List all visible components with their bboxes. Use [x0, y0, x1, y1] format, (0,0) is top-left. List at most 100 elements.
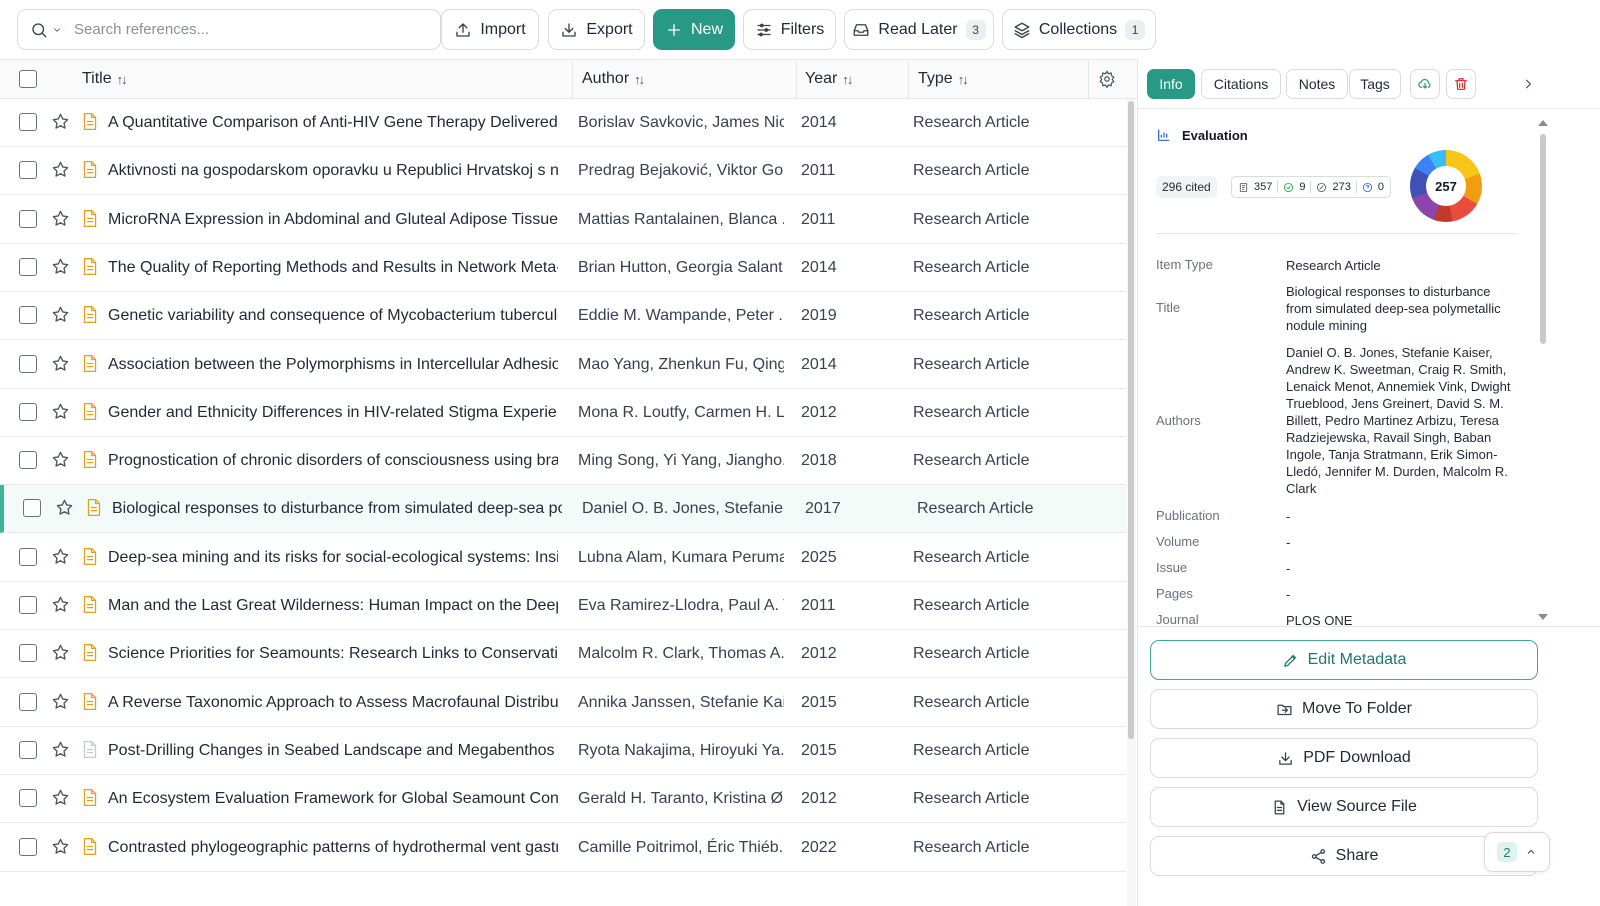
- row-checkbox[interactable]: [19, 596, 37, 614]
- share-button[interactable]: Share: [1150, 836, 1538, 876]
- row-checkbox[interactable]: [19, 306, 37, 325]
- table-row[interactable]: Association between the Polymorphisms in…: [0, 341, 1126, 389]
- cell-title[interactable]: An Ecosystem Evaluation Framework for Gl…: [108, 775, 558, 823]
- cell-title[interactable]: A Quantitative Comparison of Anti-HIV Ge…: [108, 99, 558, 147]
- star-icon[interactable]: [51, 257, 71, 277]
- table-row[interactable]: The Quality of Reporting Methods and Res…: [0, 244, 1126, 292]
- row-checkbox[interactable]: [19, 209, 37, 228]
- cell-title[interactable]: Man and the Last Great Wilderness: Human…: [108, 582, 558, 630]
- star-icon[interactable]: [51, 450, 71, 470]
- collections-button[interactable]: Collections 1: [1002, 9, 1156, 50]
- cell-title[interactable]: Biological responses to disturbance from…: [112, 485, 562, 533]
- search-input[interactable]: Search references...: [74, 21, 209, 38]
- star-icon[interactable]: [51, 740, 71, 760]
- table-row[interactable]: A Reverse Taxonomic Approach to Assess M…: [0, 679, 1126, 727]
- selection-counter[interactable]: 2: [1484, 832, 1550, 872]
- tab-info[interactable]: Info: [1147, 69, 1195, 99]
- row-checkbox[interactable]: [19, 161, 37, 180]
- chevron-down-icon[interactable]: [52, 25, 62, 35]
- gear-icon[interactable]: [1098, 70, 1116, 89]
- row-checkbox[interactable]: [19, 789, 37, 808]
- cell-title[interactable]: Deep-sea mining and its risks for social…: [108, 534, 558, 582]
- scroll-up-arrow[interactable]: [1538, 120, 1548, 126]
- tab-citations[interactable]: Citations: [1201, 69, 1281, 99]
- star-icon[interactable]: [51, 837, 71, 857]
- table-row[interactable]: Man and the Last Great Wilderness: Human…: [0, 582, 1126, 630]
- read-later-button[interactable]: Read Later 3: [844, 9, 994, 50]
- star-icon[interactable]: [51, 209, 71, 229]
- table-row[interactable]: Gender and Ethnicity Differences in HIV-…: [0, 389, 1126, 437]
- column-title[interactable]: Title ↑↓: [82, 60, 128, 98]
- scroll-down-arrow[interactable]: [1538, 614, 1548, 620]
- table-row[interactable]: Science Priorities for Seamounts: Resear…: [0, 630, 1126, 679]
- select-all-checkbox[interactable]: [19, 70, 37, 88]
- cell-title[interactable]: A Reverse Taxonomic Approach to Assess M…: [108, 679, 558, 727]
- sort-icon[interactable]: ↑↓: [958, 72, 969, 87]
- star-icon[interactable]: [51, 595, 71, 615]
- row-checkbox[interactable]: [19, 692, 37, 711]
- cell-title[interactable]: Contrasted phylogeographic patterns of h…: [108, 824, 558, 872]
- column-type[interactable]: Type ↑↓: [918, 60, 969, 98]
- table-row[interactable]: Biological responses to disturbance from…: [0, 485, 1126, 534]
- table-row[interactable]: Aktivnosti na gospodarskom oporavku u Re…: [0, 147, 1126, 196]
- column-resizer[interactable]: [572, 60, 573, 98]
- tab-tags[interactable]: Tags: [1349, 69, 1401, 99]
- new-button[interactable]: New: [653, 9, 735, 50]
- star-icon[interactable]: [51, 692, 71, 712]
- row-checkbox[interactable]: [19, 837, 37, 856]
- star-icon[interactable]: [51, 160, 71, 180]
- sort-icon[interactable]: ↑↓: [117, 72, 128, 87]
- star-icon[interactable]: [51, 305, 71, 325]
- cell-title[interactable]: Association between the Polymorphisms in…: [108, 341, 558, 389]
- table-row[interactable]: A Quantitative Comparison of Anti-HIV Ge…: [0, 99, 1126, 147]
- column-resizer[interactable]: [796, 60, 797, 98]
- move-to-folder-button[interactable]: Move To Folder: [1150, 689, 1538, 729]
- sync-button[interactable]: [1410, 69, 1440, 99]
- cell-title[interactable]: Post-Drilling Changes in Seabed Landscap…: [108, 727, 558, 775]
- row-checkbox[interactable]: [19, 113, 37, 131]
- edit-metadata-button[interactable]: Edit Metadata: [1150, 640, 1538, 680]
- star-icon[interactable]: [55, 498, 75, 518]
- row-checkbox[interactable]: [19, 451, 37, 470]
- filters-button[interactable]: Filters: [743, 9, 836, 50]
- table-row[interactable]: Post-Drilling Changes in Seabed Landscap…: [0, 727, 1126, 775]
- table-row[interactable]: An Ecosystem Evaluation Framework for Gl…: [0, 775, 1126, 824]
- export-button[interactable]: Export: [548, 9, 645, 50]
- row-checkbox[interactable]: [19, 354, 37, 373]
- star-icon[interactable]: [51, 643, 71, 663]
- cell-title[interactable]: Science Priorities for Seamounts: Resear…: [108, 630, 558, 678]
- table-row[interactable]: Contrasted phylogeographic patterns of h…: [0, 824, 1126, 872]
- import-button[interactable]: Import: [441, 9, 539, 50]
- star-icon[interactable]: [51, 788, 71, 808]
- scrollbar-thumb[interactable]: [1128, 101, 1134, 739]
- table-row[interactable]: Prognostication of chronic disorders of …: [0, 437, 1126, 486]
- delete-button[interactable]: [1446, 69, 1476, 99]
- row-checkbox[interactable]: [19, 547, 37, 566]
- row-checkbox[interactable]: [23, 499, 41, 518]
- column-resizer[interactable]: [1088, 60, 1089, 98]
- row-checkbox[interactable]: [19, 644, 37, 663]
- star-icon[interactable]: [51, 112, 71, 132]
- tab-notes[interactable]: Notes: [1286, 69, 1348, 99]
- star-icon[interactable]: [51, 547, 71, 567]
- table-scrollbar[interactable]: [1127, 99, 1136, 906]
- star-icon[interactable]: [51, 354, 71, 374]
- sort-icon[interactable]: ↑↓: [842, 72, 853, 87]
- table-row[interactable]: Genetic variability and consequence of M…: [0, 292, 1126, 341]
- cell-title[interactable]: Aktivnosti na gospodarskom oporavku u Re…: [108, 147, 558, 195]
- altmetric-donut[interactable]: 257: [1410, 150, 1482, 222]
- row-checkbox[interactable]: [19, 402, 37, 421]
- scrollbar-thumb[interactable]: [1540, 134, 1546, 344]
- table-row[interactable]: Deep-sea mining and its risks for social…: [0, 534, 1126, 582]
- column-author[interactable]: Author ↑↓: [582, 60, 645, 98]
- column-year[interactable]: Year ↑↓: [805, 60, 853, 98]
- cell-title[interactable]: Prognostication of chronic disorders of …: [108, 437, 558, 485]
- sort-icon[interactable]: ↑↓: [634, 72, 645, 87]
- cell-title[interactable]: MicroRNA Expression in Abdominal and Glu…: [108, 196, 558, 244]
- cell-title[interactable]: Gender and Ethnicity Differences in HIV-…: [108, 389, 558, 437]
- table-row[interactable]: MicroRNA Expression in Abdominal and Glu…: [0, 196, 1126, 244]
- row-checkbox[interactable]: [19, 740, 37, 759]
- search-box[interactable]: Search references...: [17, 9, 441, 50]
- panel-scrollbar[interactable]: [1538, 114, 1548, 624]
- cell-title[interactable]: The Quality of Reporting Methods and Res…: [108, 244, 558, 292]
